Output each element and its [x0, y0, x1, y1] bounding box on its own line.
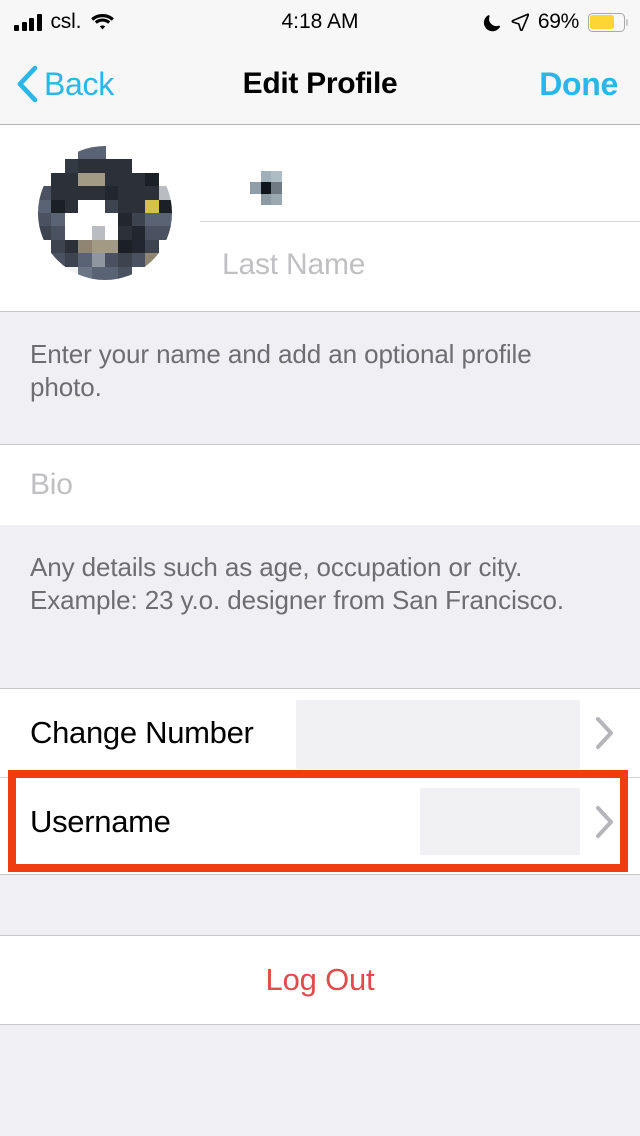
moon-icon — [483, 13, 502, 32]
last-name-placeholder: Last Name — [222, 248, 366, 281]
username-row[interactable]: Username — [0, 777, 640, 865]
bio-input[interactable]: Bio — [0, 445, 640, 525]
chevron-right-icon — [594, 805, 614, 839]
first-name-input[interactable] — [222, 143, 640, 217]
bio-placeholder: Bio — [30, 468, 73, 501]
bio-hint-text: Any details such as age, occupation or c… — [0, 525, 640, 689]
change-number-redacted-value — [296, 700, 580, 769]
nav-bar: Back Edit Profile Done — [0, 44, 640, 125]
field-divider — [200, 221, 640, 222]
name-fields: Last Name — [200, 125, 640, 312]
battery-low-power-icon — [588, 12, 628, 32]
done-button[interactable]: Done — [539, 44, 618, 124]
name-section: Last Name — [0, 125, 640, 312]
section-gap — [0, 874, 640, 936]
status-bar-right: 69% — [483, 0, 628, 44]
location-arrow-icon — [511, 13, 530, 32]
clock-label: 4:18 AM — [281, 10, 359, 33]
last-name-input[interactable]: Last Name — [222, 225, 640, 305]
status-bar: csl. 4:18 AM 69% — [0, 0, 640, 44]
battery-percent-label: 69% — [537, 10, 579, 33]
profile-photo-pixelated[interactable] — [38, 146, 172, 280]
chevron-right-icon — [594, 716, 614, 750]
first-name-redacted-value — [250, 171, 292, 206]
edit-profile-screen: csl. 4:18 AM 69% Back Edit Profile Done … — [0, 0, 640, 1136]
change-number-row[interactable]: Change Number — [0, 689, 640, 777]
change-number-label: Change Number — [30, 715, 254, 750]
bottom-spacer — [0, 1025, 640, 1136]
log-out-button[interactable]: Log Out — [0, 936, 640, 1025]
name-hint-text: Enter your name and add an optional prof… — [0, 312, 640, 445]
settings-list: Change Number Username — [0, 689, 640, 874]
username-label: Username — [30, 803, 171, 839]
username-redacted-value — [420, 788, 580, 855]
